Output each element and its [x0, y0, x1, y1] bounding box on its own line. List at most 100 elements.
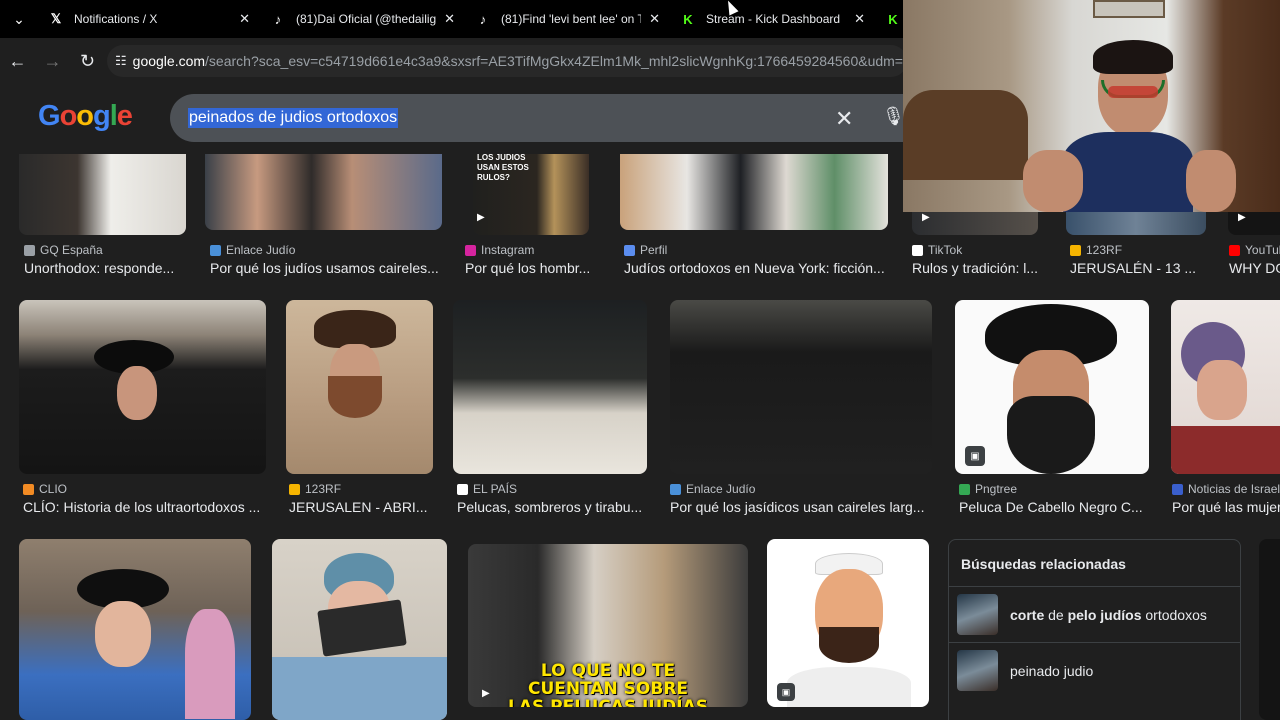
result-image[interactable] — [19, 539, 251, 720]
source-name: 123RF — [1086, 243, 1123, 257]
source-name: Pngtree — [975, 482, 1018, 496]
kick-icon: K — [683, 11, 693, 27]
related-searches-panel: Búsquedas relacionadas corte de pelo jud… — [948, 539, 1241, 720]
browser-tab[interactable]: ♪ (81)Find 'levi bent lee' on T ✕ — [465, 0, 670, 38]
source-favicon-icon — [457, 483, 468, 495]
result-image[interactable] — [1171, 300, 1280, 474]
result-image[interactable]: ▣ — [955, 300, 1149, 474]
result-caption[interactable]: Judíos ortodoxos en Nueva York: ficción.… — [624, 260, 894, 276]
tab-close-icon[interactable]: ✕ — [444, 11, 455, 27]
google-logo-letter: G — [38, 100, 61, 132]
result-image[interactable]: LO QUE NO TE CUENTAN SOBRE LAS PELUCAS J… — [468, 544, 748, 707]
related-search-item[interactable]: corte de pelo judíos ortodoxos — [949, 586, 1240, 642]
result-source[interactable]: 123RF — [289, 482, 341, 496]
result-source[interactable]: Enlace Judío — [670, 482, 755, 496]
tab-title: Stream - Kick Dashboard — [706, 12, 841, 26]
related-search-item[interactable]: peinado judio — [949, 642, 1240, 698]
browser-tab[interactable]: ♪ (81)Dai Oficial (@thedailig ✕ — [260, 0, 465, 38]
tiktok-icon: ♪ — [479, 11, 487, 27]
forward-arrow-icon[interactable]: → — [35, 38, 70, 84]
result-caption[interactable]: Por qué las mujer — [1172, 499, 1280, 515]
product-badge-icon: ▣ — [777, 683, 795, 701]
microphone-icon[interactable]: 🎙 — [882, 106, 905, 127]
result-source[interactable]: Noticias de Israel — [1172, 482, 1280, 496]
result-source[interactable]: Pngtree — [959, 482, 1017, 496]
source-favicon-icon — [289, 483, 300, 495]
tab-search-chevron-icon[interactable]: ⌄ — [0, 0, 38, 38]
result-caption[interactable]: Unorthodox: responde... — [24, 260, 194, 276]
result-image[interactable] — [19, 300, 266, 474]
result-image[interactable] — [453, 300, 647, 474]
thumb-caption-text: LOS JUDÍOS USAN ESTOS RULOS? — [477, 154, 529, 182]
search-input[interactable]: peinados de judios ortodoxos — [188, 108, 399, 128]
search-box[interactable]: peinados de judios ortodoxos ✕ 🎙 — [170, 94, 930, 142]
result-caption[interactable]: JERUSALÉN - 13 ... — [1070, 260, 1220, 276]
related-search-label-part: ortodoxos — [1141, 606, 1207, 623]
url-field[interactable]: ☷ google.com/search?sca_esv=c54719d661e4… — [107, 45, 907, 77]
url-path: /search?sca_esv=c54719d661e4c3a9&sxsrf=A… — [205, 53, 907, 69]
tab-title: Notifications / X — [74, 12, 158, 26]
source-favicon-icon — [912, 244, 923, 256]
tab-close-icon[interactable]: ✕ — [854, 11, 865, 27]
result-caption[interactable]: CLÍO: Historia de los ultraortodoxos ... — [23, 499, 273, 515]
person-figure — [185, 609, 235, 719]
result-caption[interactable]: Rulos y tradición: l... — [912, 260, 1052, 276]
source-name: Enlace Judío — [686, 482, 756, 496]
back-arrow-icon[interactable]: ← — [0, 38, 35, 84]
video-play-icon: ▶ — [477, 212, 485, 223]
result-caption[interactable]: Por qué los jasídicos usan caireles larg… — [670, 499, 935, 515]
result-image[interactable]: ▣ — [767, 539, 929, 707]
source-favicon-icon — [23, 483, 34, 495]
related-search-thumb — [957, 594, 998, 635]
result-image[interactable] — [19, 154, 186, 235]
site-settings-icon[interactable]: ☷ — [115, 53, 127, 69]
tiktok-icon: ♪ — [274, 11, 282, 27]
result-image[interactable] — [670, 300, 932, 474]
source-favicon-icon — [624, 244, 635, 256]
result-image[interactable]: LOS JUDÍOS USAN ESTOS RULOS? ▶ — [473, 154, 589, 235]
tab-close-icon[interactable]: ✕ — [649, 11, 660, 27]
result-caption[interactable]: Peluca De Cabello Negro C... — [959, 499, 1149, 515]
source-name: 123RF — [305, 482, 342, 496]
result-caption[interactable]: Pelucas, sombreros y tirabu... — [457, 499, 657, 515]
result-source[interactable]: Perfil — [624, 243, 667, 257]
result-image[interactable] — [620, 154, 888, 230]
result-source[interactable]: 123RF — [1070, 243, 1122, 257]
result-caption[interactable]: Por qué los hombr... — [465, 260, 605, 276]
result-source[interactable]: EL PAÍS — [457, 482, 517, 496]
browser-tab[interactable]: 𝕏 Notifications / X ✕ — [38, 0, 260, 38]
tab-close-icon[interactable]: ✕ — [239, 11, 250, 27]
related-search-label-part: de — [1044, 606, 1068, 623]
result-source[interactable]: Instagram — [465, 243, 534, 257]
result-source[interactable]: Enlace Judío — [210, 243, 295, 257]
source-name: YouTube — [1245, 243, 1280, 257]
result-source[interactable]: YouTube — [1229, 243, 1280, 257]
source-favicon-icon — [1229, 244, 1240, 256]
related-search-label-part: corte — [1010, 606, 1045, 623]
shtreimel-hat — [314, 310, 396, 348]
result-caption[interactable]: WHY DO — [1229, 260, 1280, 276]
streamer-arm-left — [1023, 150, 1083, 212]
result-source[interactable]: TikTok — [912, 243, 962, 257]
result-image[interactable] — [205, 154, 442, 230]
result-image[interactable] — [286, 300, 433, 474]
google-logo[interactable]: Google — [38, 100, 133, 133]
source-name: Instagram — [481, 243, 535, 257]
browser-tab[interactable]: K Stream - Kick Dashboard ✕ — [670, 0, 875, 38]
result-source[interactable]: CLIO — [23, 482, 67, 496]
result-caption[interactable]: JERUSALEN - ABRI... — [289, 499, 439, 515]
reload-icon[interactable]: ↻ — [70, 38, 105, 84]
source-favicon-icon — [670, 483, 681, 495]
google-logo-letter: o — [59, 100, 78, 132]
clear-search-icon[interactable]: ✕ — [835, 106, 853, 132]
result-image[interactable] — [1259, 539, 1280, 720]
result-caption[interactable]: Por qué los judíos usamos caireles... — [210, 260, 450, 276]
beard-figure — [1007, 396, 1095, 474]
source-name: CLIO — [39, 482, 68, 496]
product-badge-icon: ▣ — [965, 446, 985, 466]
result-image[interactable] — [272, 539, 447, 720]
google-logo-letter: e — [116, 100, 133, 132]
video-play-icon: ▶ — [922, 212, 930, 223]
result-source[interactable]: GQ España — [24, 243, 103, 257]
google-logo-letter: l — [109, 100, 118, 132]
